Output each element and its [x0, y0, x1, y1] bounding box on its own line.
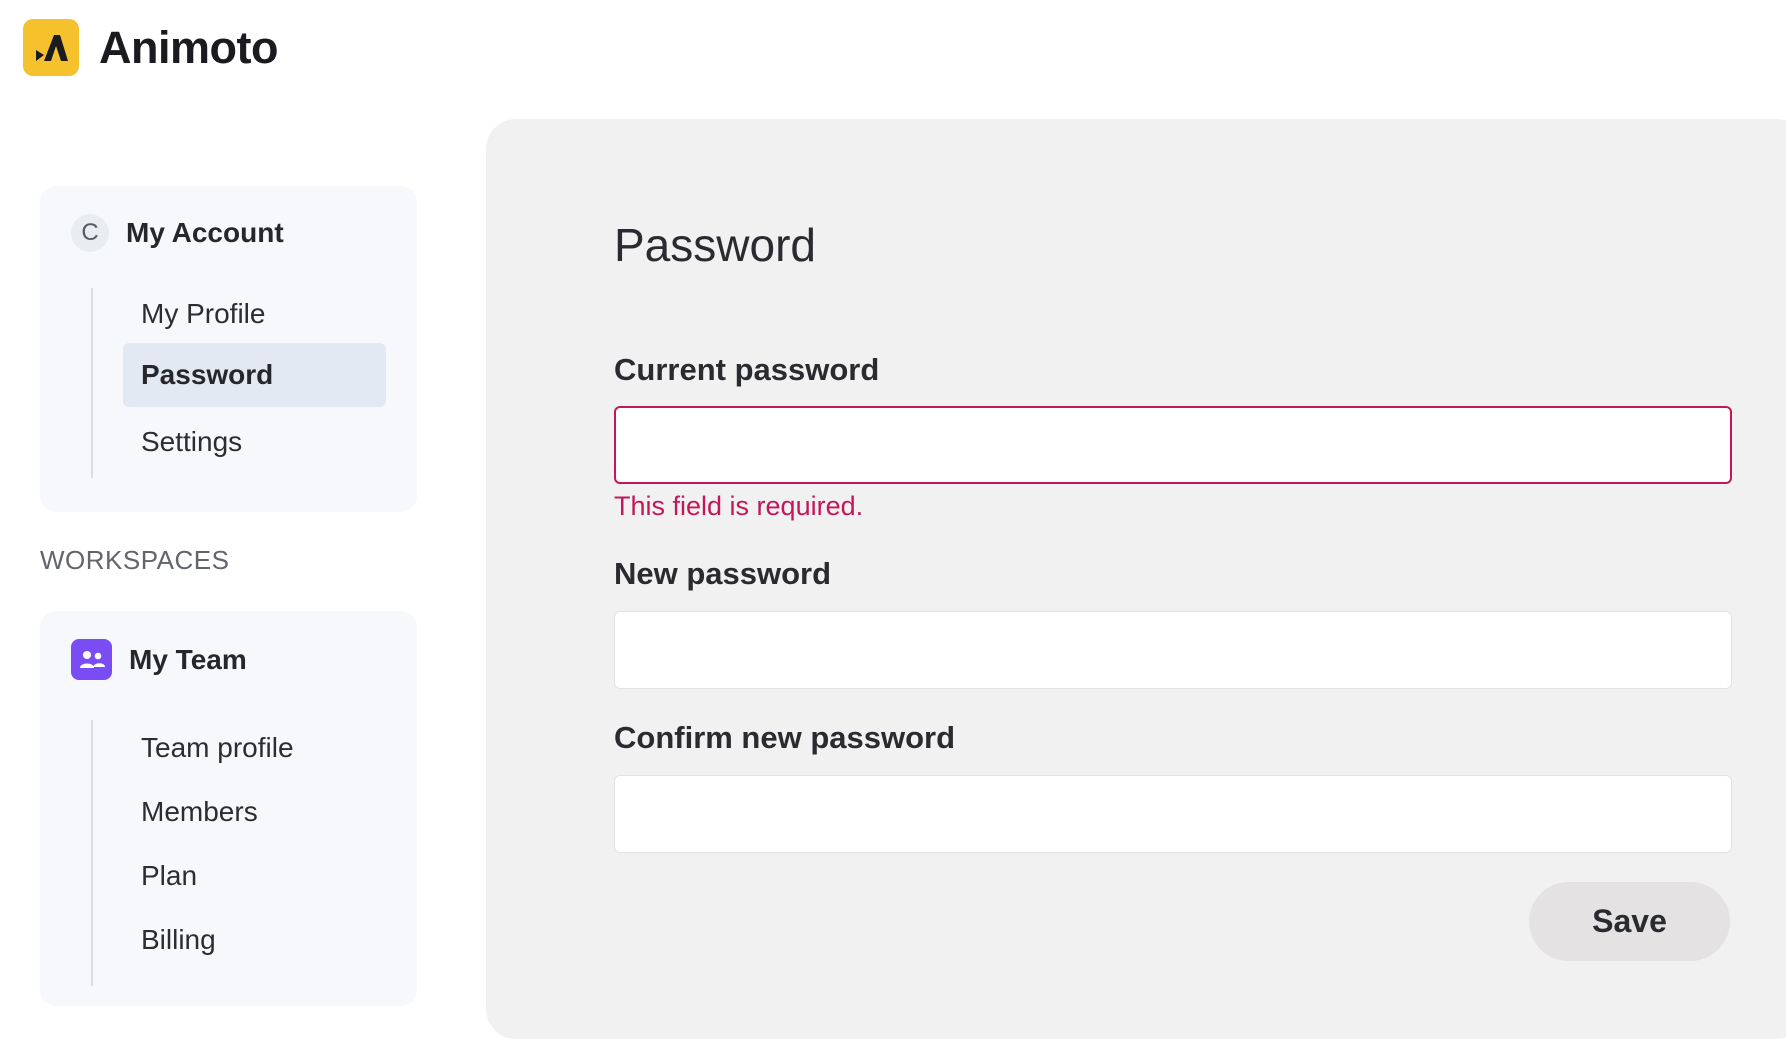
- new-password-field[interactable]: [614, 611, 1732, 689]
- current-password-error: This field is required.: [614, 491, 864, 521]
- sidebar-item-label: Password: [141, 359, 274, 390]
- account-nav-card: C My Account My Profile Password Setting…: [40, 186, 417, 512]
- workspaces-heading: WORKSPACES: [40, 545, 230, 575]
- avatar: C: [71, 214, 109, 252]
- team-label: My Team: [129, 643, 247, 675]
- tree-divider: [91, 288, 93, 478]
- team-icon: [71, 639, 112, 680]
- page-title: Password: [614, 219, 816, 271]
- account-label: My Account: [126, 217, 284, 248]
- sidebar-item-label: Team profile: [141, 732, 294, 763]
- tree-divider: [91, 720, 93, 986]
- sidebar-item-label: Settings: [141, 426, 243, 457]
- sidebar-item-label: Plan: [141, 860, 198, 891]
- brand-name: Animoto: [99, 21, 278, 73]
- sidebar-item-team-profile[interactable]: Team profile: [123, 716, 386, 780]
- sidebar-item-label: My Profile: [141, 298, 266, 329]
- sidebar-item-billing[interactable]: Billing: [123, 908, 386, 972]
- sidebar-item-label: Billing: [141, 924, 216, 955]
- sidebar-item-my-profile[interactable]: My Profile: [123, 282, 386, 346]
- team-nav-card: My Team Team profile Members Plan Billin…: [40, 611, 417, 1006]
- sidebar-item-settings[interactable]: Settings: [123, 410, 386, 474]
- sidebar-item-label: Members: [141, 796, 258, 827]
- current-password-label: Current password: [614, 352, 880, 387]
- confirm-password-label: Confirm new password: [614, 720, 956, 755]
- confirm-password-field[interactable]: [614, 775, 1732, 853]
- new-password-label: New password: [614, 556, 832, 591]
- sidebar-item-members[interactable]: Members: [123, 780, 386, 844]
- sidebar-item-plan[interactable]: Plan: [123, 844, 386, 908]
- app-logo[interactable]: Animoto: [23, 19, 278, 76]
- save-button[interactable]: Save: [1529, 882, 1730, 961]
- sidebar-item-password[interactable]: Password: [123, 343, 386, 407]
- team-header[interactable]: My Team: [71, 639, 247, 680]
- animoto-logo-icon: [23, 19, 79, 76]
- account-header[interactable]: C My Account: [71, 214, 284, 252]
- current-password-field[interactable]: [614, 406, 1732, 484]
